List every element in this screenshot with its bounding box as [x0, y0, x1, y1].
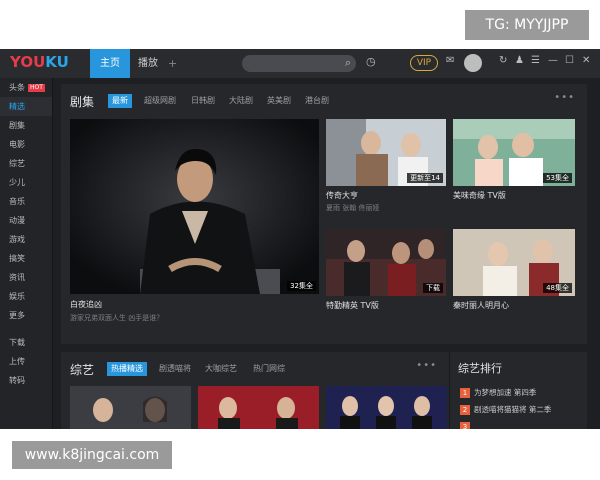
section-title: 剧集 [70, 95, 95, 109]
mail-icon[interactable]: ✉ [446, 55, 454, 66]
tab-hk-tw[interactable]: 港台剧 [302, 94, 332, 108]
video-thumbnail-2[interactable]: 53集全 [453, 119, 575, 186]
sidebar-item-headlines[interactable]: 头条 HOT [0, 78, 52, 97]
nav-play-tab[interactable]: 播放 [132, 49, 164, 78]
hot-badge: HOT [28, 84, 45, 92]
video-subtitle-1: 夏雨 张翰 佟丽娅 [326, 204, 380, 212]
add-tab-button[interactable]: + [168, 49, 177, 78]
logo-ku: KU [45, 53, 69, 71]
episode-badge: 48集全 [543, 283, 572, 293]
sidebar-item-variety[interactable]: 综艺 [0, 154, 52, 173]
menu-icon[interactable]: ☰ [531, 55, 540, 66]
sidebar-item-music[interactable]: 音乐 [0, 192, 52, 211]
history-icon[interactable]: ◷ [366, 55, 376, 68]
sidebar-item-label: 头条 [9, 83, 25, 92]
rank-number: 2 [460, 405, 470, 415]
rank-number: 1 [460, 388, 470, 398]
featured-video-subtitle: 游家兄弟双面人生 凶手是谁？ [70, 314, 164, 322]
close-icon[interactable]: ✕ [582, 55, 590, 66]
video-title-2[interactable]: 美味奇缘 TV版 [453, 190, 506, 201]
more-icon[interactable]: ••• [416, 360, 437, 371]
maximize-icon[interactable]: ☐ [565, 55, 574, 66]
variety-image-1 [70, 386, 191, 429]
video-title-3[interactable]: 特勤精英 TV版 [326, 300, 379, 311]
tab-web-series[interactable]: 超级网剧 [141, 94, 179, 108]
top-bar: YOUKU 主页 播放 + ⌕ ◷ VIP ✉ ↻ ♟ ☰ — ☐ ✕ [0, 49, 600, 78]
sidebar-item-drama[interactable]: 剧集 [0, 116, 52, 135]
sidebar-item-upload[interactable]: 上传 [0, 352, 52, 371]
sidebar-divider [0, 325, 52, 333]
rank-number: 3 [460, 422, 470, 429]
sidebar-item-anime[interactable]: 动漫 [0, 211, 52, 230]
episode-badge: 32集全 [287, 281, 316, 291]
watermark-bottom: www.k8jingcai.com [12, 441, 172, 469]
refresh-icon[interactable]: ↻ [499, 55, 507, 66]
featured-video-title[interactable]: 白夜追凶 [70, 299, 102, 310]
avatar[interactable] [464, 54, 482, 72]
featured-video-thumbnail[interactable]: 32集全 [70, 119, 319, 294]
variety-thumbnail-1[interactable] [70, 386, 191, 429]
variety-thumbnail-3[interactable] [326, 386, 447, 429]
video-thumbnail-1[interactable]: 更新至14 [326, 119, 446, 186]
more-icon[interactable]: ••• [554, 92, 575, 103]
tab-mainland[interactable]: 大陆剧 [226, 94, 256, 108]
skin-icon[interactable]: ♟ [515, 55, 524, 66]
variety-ranking: 综艺排行 1 为梦想加速 第四季 2 剧透喵将猫猫将 第二季 3 [449, 352, 587, 429]
sidebar-item-featured[interactable]: 精选 [0, 97, 52, 116]
search-icon[interactable]: ⌕ [345, 56, 351, 70]
variety-section: 综艺 热播精选 剧透喵将 大咖综艺 热门网综 ••• [61, 352, 449, 429]
tab-latest[interactable]: 最新 [108, 94, 132, 108]
sidebar-item-games[interactable]: 游戏 [0, 230, 52, 249]
sidebar-item-download[interactable]: 下载 [0, 333, 52, 352]
tab-big-shows[interactable]: 大咖综艺 [203, 362, 239, 376]
tab-jp-kr[interactable]: 日韩剧 [188, 94, 218, 108]
ranking-item[interactable]: 3 [460, 421, 474, 429]
sidebar: 头条 HOT 精选 剧集 电影 综艺 少儿 音乐 动漫 游戏 搞笑 资讯 娱乐 更… [0, 78, 53, 429]
logo-you: YOU [10, 53, 46, 71]
download-badge: 下载 [423, 283, 443, 293]
video-title-1[interactable]: 传奇大亨 [326, 190, 358, 201]
variety-image-3 [326, 386, 447, 429]
tab-us-uk[interactable]: 英美剧 [264, 94, 294, 108]
minimize-icon[interactable]: — [548, 55, 558, 66]
portrait-illustration [70, 119, 319, 294]
search-input[interactable]: ⌕ [242, 55, 356, 72]
sidebar-item-kids[interactable]: 少儿 [0, 173, 52, 192]
sidebar-item-funny[interactable]: 搞笑 [0, 249, 52, 268]
section-title: 综艺 [70, 363, 95, 377]
sidebar-item-news[interactable]: 资讯 [0, 268, 52, 287]
vip-button[interactable]: VIP [410, 55, 438, 71]
drama-section: 剧集 最新 超级网剧 日韩剧 大陆剧 英美剧 港台剧 ••• 32集全 白夜追凶… [61, 84, 587, 344]
video-thumbnail-3[interactable]: 下载 [326, 229, 446, 296]
sidebar-item-more[interactable]: 更多 [0, 306, 52, 325]
rank-label: 剧透喵将猫猫将 第二季 [474, 405, 552, 414]
ranking-title: 综艺排行 [458, 362, 502, 375]
nav-home-tab[interactable]: 主页 [90, 49, 130, 78]
sidebar-item-transcode[interactable]: 转码 [0, 371, 52, 390]
sidebar-item-entertainment[interactable]: 娱乐 [0, 287, 52, 306]
variety-thumbnail-2[interactable] [198, 386, 319, 429]
rank-label: 为梦想加速 第四季 [474, 388, 537, 397]
video-title-4[interactable]: 秦时丽人明月心 [453, 300, 509, 311]
episode-badge: 53集全 [543, 173, 572, 183]
youku-app-window: YOUKU 主页 播放 + ⌕ ◷ VIP ✉ ↻ ♟ ☰ — ☐ ✕ 头条 HO… [0, 49, 600, 429]
ranking-item[interactable]: 2 剧透喵将猫猫将 第二季 [460, 404, 551, 416]
video-thumbnail-4[interactable]: 48集全 [453, 229, 575, 296]
tab-spoilers[interactable]: 剧透喵将 [157, 362, 193, 376]
sidebar-item-movies[interactable]: 电影 [0, 135, 52, 154]
youku-logo[interactable]: YOUKU [10, 53, 69, 71]
watermark-top: TG: MYYJJPP [465, 10, 589, 40]
episode-badge: 更新至14 [407, 173, 443, 183]
tab-hot-picks[interactable]: 热播精选 [107, 362, 147, 376]
ranking-item[interactable]: 1 为梦想加速 第四季 [460, 387, 536, 399]
tab-web-variety[interactable]: 热门网综 [249, 362, 289, 376]
variety-image-2 [198, 386, 319, 429]
